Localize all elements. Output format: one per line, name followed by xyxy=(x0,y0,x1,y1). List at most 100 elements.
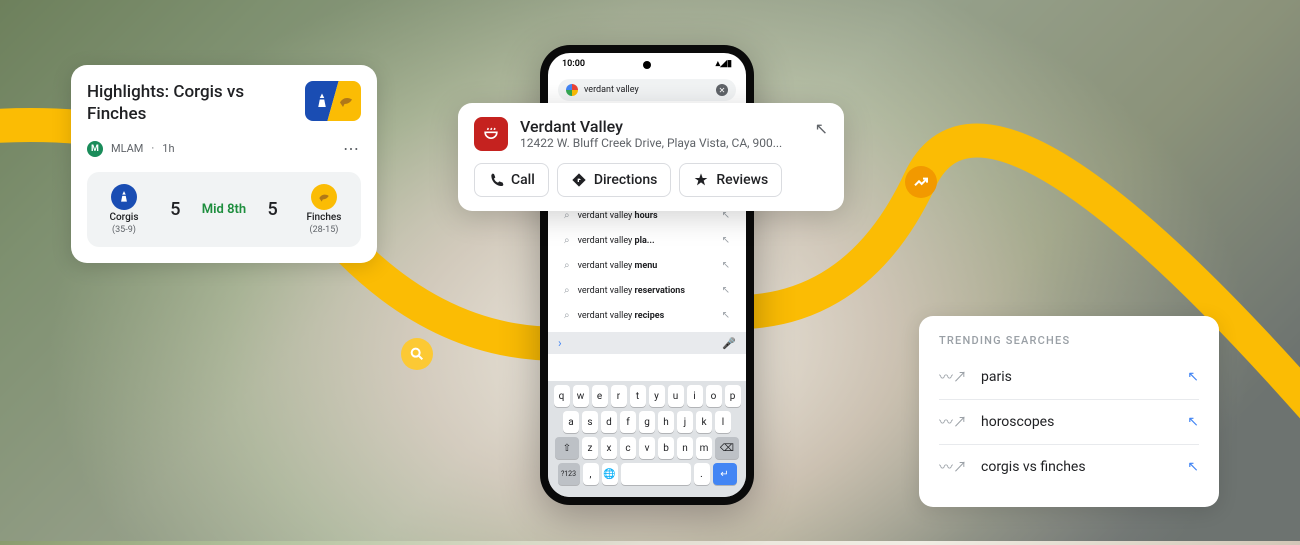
search-input[interactable] xyxy=(584,85,710,95)
key-c[interactable]: c xyxy=(620,437,636,459)
suggestion-item[interactable]: ⌕ verdant valley menu ↖ xyxy=(548,253,746,278)
space-key[interactable] xyxy=(621,463,691,485)
key-m[interactable]: m xyxy=(696,437,712,459)
trending-up-icon: 〰↗ xyxy=(939,412,967,432)
key-q[interactable]: q xyxy=(554,385,570,407)
keyboard-toolbar: › 🎤 xyxy=(548,332,746,354)
suggestion-text: verdant valley reservations xyxy=(578,286,685,296)
team-finches: Finches (28-15) xyxy=(299,184,349,235)
key-i[interactable]: i xyxy=(687,385,703,407)
insert-arrow-icon[interactable]: ↖ xyxy=(1187,459,1199,475)
shift-key[interactable]: ⇧ xyxy=(555,437,579,459)
enter-key[interactable]: ↵ xyxy=(713,463,737,485)
key-y[interactable]: y xyxy=(649,385,665,407)
sports-highlights-card[interactable]: Highlights: Corgis vs Finches M MLAM · 1… xyxy=(71,65,377,263)
search-swoosh-icon xyxy=(401,338,433,370)
suggestion-text: verdant valley hours xyxy=(578,211,658,221)
numeric-key[interactable]: ?123 xyxy=(558,463,580,485)
key-n[interactable]: n xyxy=(677,437,693,459)
team-corgis: Corgis (35-9) xyxy=(99,184,149,235)
sports-title: Highlights: Corgis vs Finches xyxy=(87,81,293,125)
search-icon: ⌕ xyxy=(564,210,570,221)
trending-item[interactable]: 〰↗ horoscopes ↖ xyxy=(939,400,1199,445)
insert-arrow-icon[interactable]: ↖ xyxy=(722,285,730,296)
insert-arrow-icon[interactable]: ↖ xyxy=(722,235,730,246)
search-bar[interactable]: ✕ xyxy=(558,79,736,101)
key-p[interactable]: p xyxy=(725,385,741,407)
suggestion-item[interactable]: ⌕ verdant valley recipes ↖ xyxy=(548,303,746,328)
search-icon: ⌕ xyxy=(564,235,570,246)
team1-score: 5 xyxy=(170,199,180,220)
mic-icon[interactable]: 🎤 xyxy=(722,337,736,350)
directions-button[interactable]: Directions xyxy=(557,163,672,197)
key-f[interactable]: f xyxy=(620,411,636,433)
period-key[interactable]: . xyxy=(694,463,710,485)
search-icon: ⌕ xyxy=(564,260,570,271)
game-status: Mid 8th xyxy=(202,202,246,217)
key-r[interactable]: r xyxy=(611,385,627,407)
restaurant-icon xyxy=(474,117,508,151)
trending-item[interactable]: 〰↗paris↖ xyxy=(939,355,1199,400)
key-w[interactable]: w xyxy=(573,385,589,407)
trending-swoosh-icon xyxy=(905,166,937,198)
insert-arrow-icon[interactable]: ↖ xyxy=(815,119,828,151)
source-name: MLAM xyxy=(111,142,143,155)
suggestions-list: ⌕ verdant valley hours ↖ ⌕ verdant valley pl… xyxy=(548,199,746,332)
backspace-key[interactable]: ⌫ xyxy=(715,437,739,459)
key-u[interactable]: u xyxy=(668,385,684,407)
suggestion-item[interactable]: ⌕ verdant valley pla... ↖ xyxy=(548,228,746,253)
key-d[interactable]: d xyxy=(601,411,617,433)
trending-searches-card: TRENDING SEARCHES 〰↗paris↖〰↗horoscopes↖〰… xyxy=(919,316,1219,507)
search-icon: ⌕ xyxy=(564,285,570,296)
google-logo-icon xyxy=(566,84,578,96)
key-s[interactable]: s xyxy=(582,411,598,433)
more-options-icon[interactable]: ⋯ xyxy=(343,139,361,158)
insert-arrow-icon[interactable]: ↖ xyxy=(1187,369,1199,385)
key-e[interactable]: e xyxy=(592,385,608,407)
key-l[interactable]: l xyxy=(715,411,731,433)
clock: 10:00 xyxy=(562,59,585,69)
camera-notch xyxy=(643,61,651,69)
comma-key[interactable]: , xyxy=(583,463,599,485)
key-b[interactable]: b xyxy=(658,437,674,459)
trending-title: TRENDING SEARCHES xyxy=(939,334,1199,347)
score-box: Corgis (35-9) 5 Mid 8th 5 Finches (28-15… xyxy=(87,172,361,247)
sports-meta: M MLAM · 1h ⋯ xyxy=(87,139,361,158)
chevron-right-icon[interactable]: › xyxy=(558,336,562,350)
place-name: Verdant Valley xyxy=(520,117,803,136)
key-z[interactable]: z xyxy=(582,437,598,459)
globe-key[interactable]: 🌐 xyxy=(602,463,618,485)
clear-icon[interactable]: ✕ xyxy=(716,84,728,96)
key-t[interactable]: t xyxy=(630,385,646,407)
key-j[interactable]: j xyxy=(677,411,693,433)
trending-item[interactable]: 〰↗ corgis vs finches ↖ xyxy=(939,445,1199,489)
corgis-icon xyxy=(111,184,137,210)
post-time: 1h xyxy=(162,142,174,155)
place-result-card[interactable]: Verdant Valley 12422 W. Bluff Creek Driv… xyxy=(458,103,844,211)
place-address: 12422 W. Bluff Creek Drive, Playa Vista,… xyxy=(520,136,803,150)
trending-text: corgis vs finches xyxy=(981,459,1173,475)
trending-up-icon: 〰↗ xyxy=(939,457,967,477)
key-x[interactable]: x xyxy=(601,437,617,459)
key-a[interactable]: a xyxy=(563,411,579,433)
key-h[interactable]: h xyxy=(658,411,674,433)
insert-arrow-icon[interactable]: ↖ xyxy=(722,260,730,271)
status-icons: ▴◢▮ xyxy=(716,59,732,69)
key-o[interactable]: o xyxy=(706,385,722,407)
key-k[interactable]: k xyxy=(696,411,712,433)
call-button[interactable]: Call xyxy=(474,163,549,197)
insert-arrow-icon[interactable]: ↖ xyxy=(722,210,730,221)
insert-arrow-icon[interactable]: ↖ xyxy=(722,310,730,321)
search-icon: ⌕ xyxy=(564,310,570,321)
insert-arrow-icon[interactable]: ↖ xyxy=(1187,414,1199,430)
key-v[interactable]: v xyxy=(639,437,655,459)
trending-text: horoscopes xyxy=(981,414,1173,430)
suggestion-text: verdant valley pla... xyxy=(578,236,655,246)
suggestion-text: verdant valley recipes xyxy=(578,311,665,321)
team2-score: 5 xyxy=(267,199,277,220)
keyboard[interactable]: qwertyuiop asdfghjkl ⇧zxcvbnm⌫ ?123,🌐.↵ xyxy=(548,381,746,497)
key-g[interactable]: g xyxy=(639,411,655,433)
suggestion-item[interactable]: ⌕ verdant valley reservations ↖ xyxy=(548,278,746,303)
suggestion-text: verdant valley menu xyxy=(578,261,658,271)
reviews-button[interactable]: Reviews xyxy=(679,163,782,197)
